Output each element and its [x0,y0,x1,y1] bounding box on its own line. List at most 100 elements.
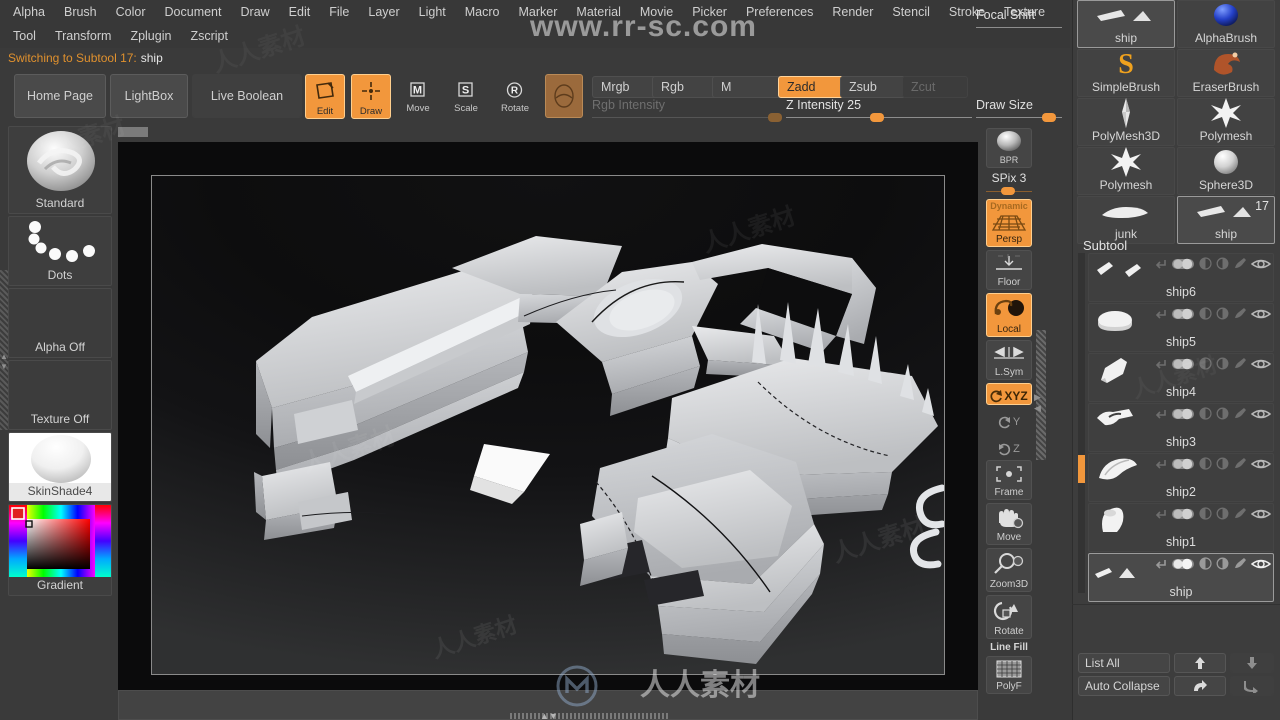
focal-shift-slider[interactable]: Focal Shift [976,8,1062,30]
subtool-eye-icon[interactable] [1250,457,1272,475]
subtool-eye-icon[interactable] [1250,507,1272,525]
subtool-merge-icon[interactable] [1153,307,1167,325]
menu-item-edit[interactable]: Edit [280,1,320,24]
list-all-button[interactable]: List All [1078,653,1170,673]
tool-cell-polymesh3d-4[interactable]: PolyMesh3D [1077,98,1175,146]
subtool-contrast-icon[interactable] [1216,507,1229,525]
zoom3d-button[interactable]: Zoom3D [986,548,1032,592]
zcut-button[interactable]: Zcut [902,76,968,98]
menu-item-movie[interactable]: Movie [631,1,682,24]
lightbox-button[interactable]: LightBox [110,74,188,118]
subtool-paint-icon[interactable] [1233,557,1247,575]
subtool-row-ship3[interactable]: ship3 [1088,403,1274,452]
subtool-eye-icon[interactable] [1250,407,1272,425]
subtool-shadow-icon[interactable] [1199,257,1212,275]
rotate-mode-button[interactable]: R Rotate [496,78,534,116]
subtool-contrast-icon[interactable] [1216,307,1229,325]
menu-item-zplugin[interactable]: Zplugin [121,25,180,48]
tool-cell-ship-9[interactable]: ship 17 [1177,196,1275,244]
color-picker[interactable]: Gradient [8,504,112,596]
left-scroll-down-arrow[interactable]: ▼ [0,362,8,371]
draw-size-knob[interactable] [1042,113,1056,122]
subtool-contrast-icon[interactable] [1216,457,1229,475]
subtool-row-ship2[interactable]: ship2 [1088,453,1274,502]
menu-item-stencil[interactable]: Stencil [883,1,939,24]
bottom-scroll-grip[interactable] [510,713,670,719]
tool-cell-eraserbrush-3[interactable]: EraserBrush [1177,49,1275,97]
subtool-row-ship[interactable]: ship [1088,553,1274,602]
subtool-shadow-icon[interactable] [1199,507,1212,525]
subtool-eye-icon[interactable] [1250,557,1272,575]
menu-item-tool[interactable]: Tool [4,25,45,48]
move-in-button[interactable] [1230,676,1274,696]
subtool-shadow-icon[interactable] [1199,457,1212,475]
zadd-button[interactable]: Zadd [778,76,844,98]
subtool-row-ship4[interactable]: ship4 [1088,353,1274,402]
texture-selector[interactable]: Texture Off [8,360,112,430]
spix-knob[interactable] [1001,187,1015,195]
right-scroll-arrows[interactable]: ▶ ◀ [1034,392,1041,414]
bpr-render-button[interactable]: BPR [986,128,1032,168]
subtool-merge-icon[interactable] [1153,457,1167,475]
home-page-button[interactable]: Home Page [14,74,106,118]
subtool-merge-icon[interactable] [1153,557,1167,575]
subtool-visibility-toggle[interactable] [1171,457,1195,475]
subtool-visibility-toggle[interactable] [1171,307,1195,325]
z-intensity-slider[interactable]: Z Intensity 25 [786,98,972,122]
menu-item-brush[interactable]: Brush [55,1,106,24]
menu-item-material[interactable]: Material [567,1,629,24]
live-boolean-button[interactable]: Live Boolean [192,74,302,118]
tool-cell-simplebrush-2[interactable]: S SimpleBrush [1077,49,1175,97]
menu-item-render[interactable]: Render [823,1,882,24]
m-button[interactable]: M [712,76,788,98]
tool-cell-sphere3d-7[interactable]: Sphere3D [1177,147,1275,195]
local-button[interactable]: Local [986,293,1032,337]
floor-button[interactable]: Floor [986,250,1032,290]
move-mode-button[interactable]: M Move [399,78,437,116]
move-tool-button[interactable]: Move [986,503,1032,545]
draw-mode-button[interactable]: Draw [351,74,391,119]
move-out-button[interactable] [1174,676,1226,696]
subtool-contrast-icon[interactable] [1216,407,1229,425]
z-rotate-button[interactable]: Z [986,433,1032,457]
alpha-selector[interactable]: Alpha Off [8,288,112,358]
spix-slider[interactable]: SPix 3 [986,171,1032,197]
frame-button[interactable]: Frame [986,460,1032,500]
subtool-contrast-icon[interactable] [1216,357,1229,375]
edit-mode-button[interactable]: Edit [305,74,345,119]
subtool-row-ship6[interactable]: ship6 [1088,253,1274,302]
menu-item-alpha[interactable]: Alpha [4,1,54,24]
menu-item-macro[interactable]: Macro [456,1,509,24]
menu-item-layer[interactable]: Layer [359,1,408,24]
menu-item-marker[interactable]: Marker [510,1,567,24]
local-symmetry-button[interactable]: L.Sym [986,340,1032,380]
bottom-scroll-arrows[interactable]: ▲▼ [540,711,558,720]
xyz-rotate-button[interactable]: XYZ [986,383,1032,405]
tool-cell-polymesh-6[interactable]: Polymesh [1077,147,1175,195]
subtool-visibility-toggle[interactable] [1171,407,1195,425]
subtool-contrast-icon[interactable] [1216,257,1229,275]
subtool-eye-icon[interactable] [1250,257,1272,275]
menu-item-preferences[interactable]: Preferences [737,1,822,24]
canvas-viewport[interactable] [118,142,978,710]
menu-item-document[interactable]: Document [156,1,231,24]
document-area[interactable] [151,175,945,675]
z-intensity-knob[interactable] [870,113,884,122]
auto-collapse-button[interactable]: Auto Collapse [1078,676,1170,696]
subtool-shadow-icon[interactable] [1199,307,1212,325]
subtool-eye-icon[interactable] [1250,307,1272,325]
rgb-intensity-slider[interactable]: Rgb Intensity [592,98,782,122]
subtool-paint-icon[interactable] [1233,407,1247,425]
move-up-button[interactable] [1174,653,1226,673]
scale-mode-button[interactable]: S Scale [447,78,485,116]
subtool-shadow-icon[interactable] [1199,407,1212,425]
subtool-paint-icon[interactable] [1233,357,1247,375]
subtool-scroll-track[interactable] [1078,253,1085,593]
stroke-selector[interactable]: Dots [8,216,112,286]
subtool-row-ship1[interactable]: ship1 [1088,503,1274,552]
subtool-paint-icon[interactable] [1233,507,1247,525]
subtool-row-ship5[interactable]: ship5 [1088,303,1274,352]
subtool-shadow-icon[interactable] [1199,357,1212,375]
subtool-contrast-icon[interactable] [1216,557,1229,575]
subtool-shadow-icon[interactable] [1199,557,1212,575]
